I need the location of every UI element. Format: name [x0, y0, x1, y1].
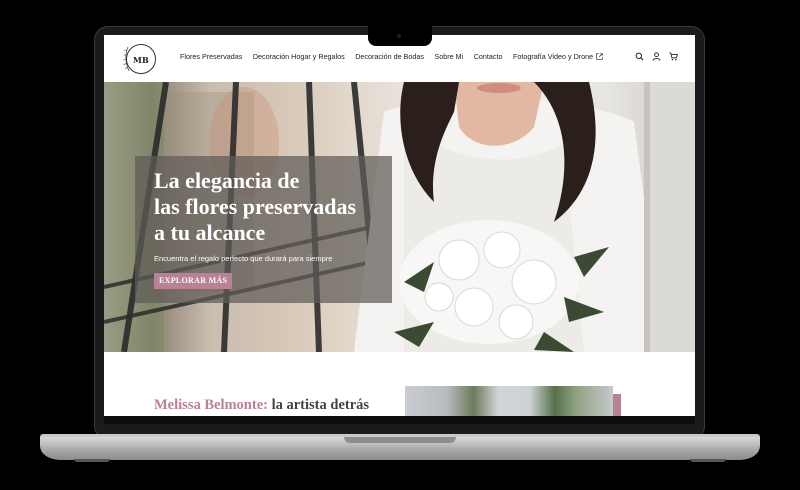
laptop-opening-groove: [344, 437, 456, 443]
about-section: Melissa Belmonte: la artista detrás: [104, 352, 695, 416]
hero-title-line: las flores preservadas: [154, 194, 357, 219]
nav-fotografia[interactable]: Fotografía Video y Drone: [513, 52, 603, 61]
hero-title: La elegancia de las flores preservadas a…: [154, 168, 394, 246]
camera-icon: [397, 34, 401, 38]
nav-flores-preservadas[interactable]: Flores Preservadas: [180, 52, 242, 61]
cart-icon[interactable]: [669, 52, 678, 61]
nav-decoracion-hogar[interactable]: Decoración Hogar y Regalos: [253, 52, 345, 61]
nav-sobre-mi[interactable]: Sobre Mi: [434, 52, 463, 61]
hero-subtitle: Encuentra el regalo perfecto que durará …: [154, 254, 333, 263]
laptop-foot: [690, 459, 726, 462]
about-title: Melissa Belmonte: la artista detrás: [154, 397, 369, 414]
main-nav: Flores Preservadas Decoración Hogar y Re…: [180, 52, 614, 61]
logo-monogram: MB: [133, 55, 150, 65]
hero-title-line: La elegancia de: [154, 168, 300, 193]
nav-label: Sobre Mi: [434, 52, 464, 61]
hero-section: La elegancia de las flores preservadas a…: [104, 82, 695, 352]
nav-label: Fotografía Video y Drone: [513, 52, 594, 61]
user-icon[interactable]: [652, 52, 661, 61]
about-accent-block: [613, 394, 621, 416]
nav-label: Decoración Hogar y Regalos: [252, 52, 345, 61]
nav-contacto[interactable]: Contacto: [474, 52, 503, 61]
nav-label: Decoración de Bodas: [355, 52, 424, 61]
website-screen: MB Flores Preservadas Decoración Hogar y…: [104, 35, 695, 416]
site-logo[interactable]: MB: [122, 42, 158, 74]
hero-title-line: a tu alcance: [154, 220, 266, 245]
nav-label: Flores Preservadas: [180, 52, 243, 61]
screen-bezel-bottom: [104, 416, 695, 424]
about-photo: [405, 386, 613, 416]
header-icons: [635, 52, 678, 61]
about-title-rest: la artista detrás: [267, 397, 370, 413]
external-link-icon: [596, 53, 603, 60]
about-title-name: Melissa Belmonte:: [154, 397, 268, 413]
laptop-foot: [74, 459, 110, 462]
explore-more-button[interactable]: EXPLORAR MÁS: [154, 273, 233, 289]
nav-decoracion-bodas[interactable]: Decoración de Bodas: [355, 52, 424, 61]
search-icon[interactable]: [635, 52, 644, 61]
nav-label: Contacto: [473, 52, 503, 61]
